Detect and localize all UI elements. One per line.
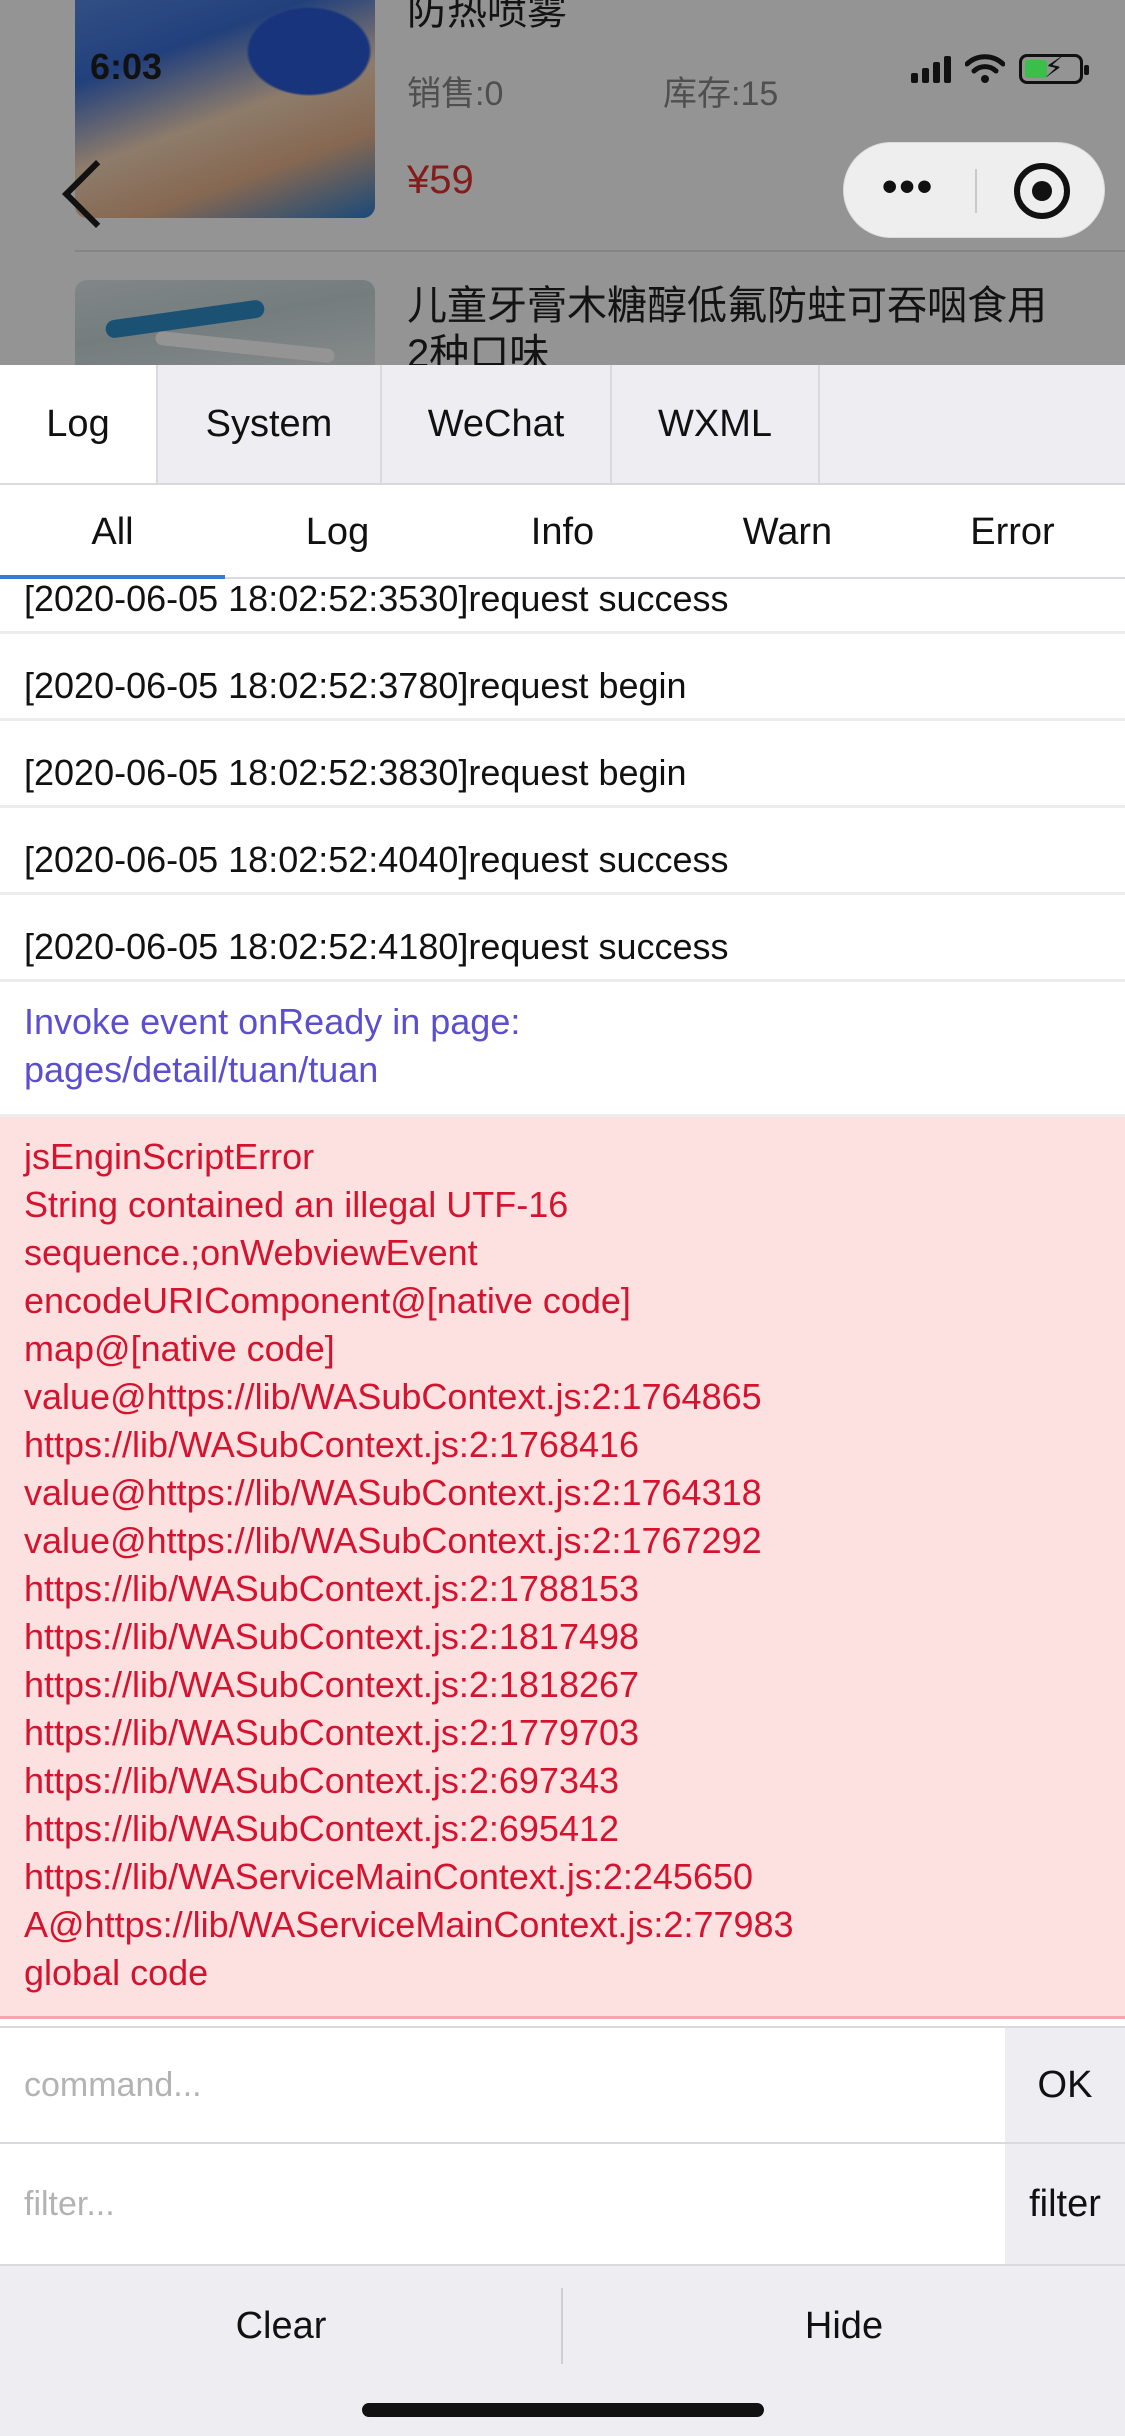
capsule-divider bbox=[975, 169, 977, 213]
log-entry-info: Invoke event onReady in page: pages/deta… bbox=[0, 982, 1125, 1117]
error-line: map@[native code] bbox=[24, 1328, 335, 1369]
log-entry: [2020-06-05 18:02:52:4040]request succes… bbox=[0, 808, 1125, 895]
filter-row: filter bbox=[0, 2144, 1125, 2266]
filter-button[interactable]: filter bbox=[1005, 2144, 1125, 2264]
home-indicator[interactable] bbox=[362, 2403, 764, 2417]
subtab-info[interactable]: Info bbox=[450, 487, 675, 577]
info-line: Invoke event onReady in page: bbox=[24, 1001, 521, 1042]
subtab-warn[interactable]: Warn bbox=[675, 487, 900, 577]
error-line: https://lib/WASubContext.js:2:695412 bbox=[24, 1808, 620, 1849]
footer-bar: Clear Hide bbox=[0, 2266, 1125, 2436]
log-entry-error: jsEnginScriptError String contained an i… bbox=[0, 1117, 1125, 2019]
error-line: https://lib/WASubContext.js:2:1768416 bbox=[24, 1424, 640, 1465]
signal-icon bbox=[911, 55, 951, 83]
command-input[interactable] bbox=[0, 2028, 1005, 2142]
battery-icon: ⚡ bbox=[1019, 53, 1089, 84]
log-entry: [2020-06-05 18:02:52:3530]request succes… bbox=[0, 579, 1125, 634]
log-entry: [2020-06-05 18:02:52:3830]request begin bbox=[0, 721, 1125, 808]
error-line: A@https://lib/WAServiceMainContext.js:2:… bbox=[24, 1904, 794, 1945]
clear-button[interactable]: Clear bbox=[0, 2266, 562, 2386]
error-line: https://lib/WAServiceMainContext.js:2:24… bbox=[24, 1856, 754, 1897]
error-line: https://lib/WASubContext.js:2:1779703 bbox=[24, 1712, 640, 1753]
error-line: value@https://lib/WASubContext.js:2:1764… bbox=[24, 1472, 762, 1513]
vconsole-panel: Log System WeChat WXML All Log Info Warn… bbox=[0, 365, 1125, 2436]
tab-system[interactable]: System bbox=[158, 365, 382, 483]
subtab-all[interactable]: All bbox=[0, 487, 225, 579]
tab-wxml[interactable]: WXML bbox=[612, 365, 820, 483]
subtab-error[interactable]: Error bbox=[900, 487, 1125, 577]
log-list: [2020-06-05 18:02:52:3530]request succes… bbox=[0, 579, 1125, 2019]
error-line: https://lib/WASubContext.js:2:1788153 bbox=[24, 1568, 640, 1609]
tab-log[interactable]: Log bbox=[0, 365, 158, 483]
subtab-log[interactable]: Log bbox=[225, 487, 450, 577]
ok-button[interactable]: OK bbox=[1005, 2028, 1125, 2142]
info-line: pages/detail/tuan/tuan bbox=[24, 1049, 379, 1090]
status-time: 6:03 bbox=[90, 46, 163, 87]
error-line: value@https://lib/WASubContext.js:2:1767… bbox=[24, 1520, 762, 1561]
error-line: https://lib/WASubContext.js:2:697343 bbox=[24, 1760, 620, 1801]
error-line: sequence.;onWebviewEvent bbox=[24, 1232, 478, 1273]
error-line: https://lib/WASubContext.js:2:1818267 bbox=[24, 1664, 640, 1705]
wifi-icon bbox=[965, 54, 1005, 83]
hide-button[interactable]: Hide bbox=[563, 2266, 1125, 2386]
filter-input[interactable] bbox=[0, 2144, 1005, 2264]
status-icons: ⚡ bbox=[911, 53, 1089, 84]
error-line: https://lib/WASubContext.js:2:1817498 bbox=[24, 1616, 640, 1657]
error-line: value@https://lib/WASubContext.js:2:1764… bbox=[24, 1376, 762, 1417]
log-entry: [2020-06-05 18:02:52:3780]request begin bbox=[0, 634, 1125, 721]
more-icon[interactable]: ••• bbox=[882, 163, 934, 211]
tab-wechat[interactable]: WeChat bbox=[382, 365, 612, 483]
log-level-tabs: All Log Info Warn Error bbox=[0, 487, 1125, 579]
error-line: global code bbox=[24, 1952, 209, 1993]
close-miniprogram-icon[interactable] bbox=[1014, 163, 1070, 219]
screen: 防热喷雾 销售:0 库存:15 ¥59 儿童牙膏木糖醇低氟防蛀可吞咽食用 2种口… bbox=[0, 0, 1125, 2436]
main-tabbar: Log System WeChat WXML bbox=[0, 365, 1125, 485]
capsule-menu: ••• bbox=[843, 142, 1105, 238]
error-line: jsEnginScriptError bbox=[24, 1136, 315, 1177]
error-line: String contained an illegal UTF-16 bbox=[24, 1184, 569, 1225]
error-line: encodeURIComponent@[native code] bbox=[24, 1280, 631, 1321]
log-entry: [2020-06-05 18:02:52:4180]request succes… bbox=[0, 895, 1125, 982]
command-row: OK bbox=[0, 2026, 1125, 2144]
